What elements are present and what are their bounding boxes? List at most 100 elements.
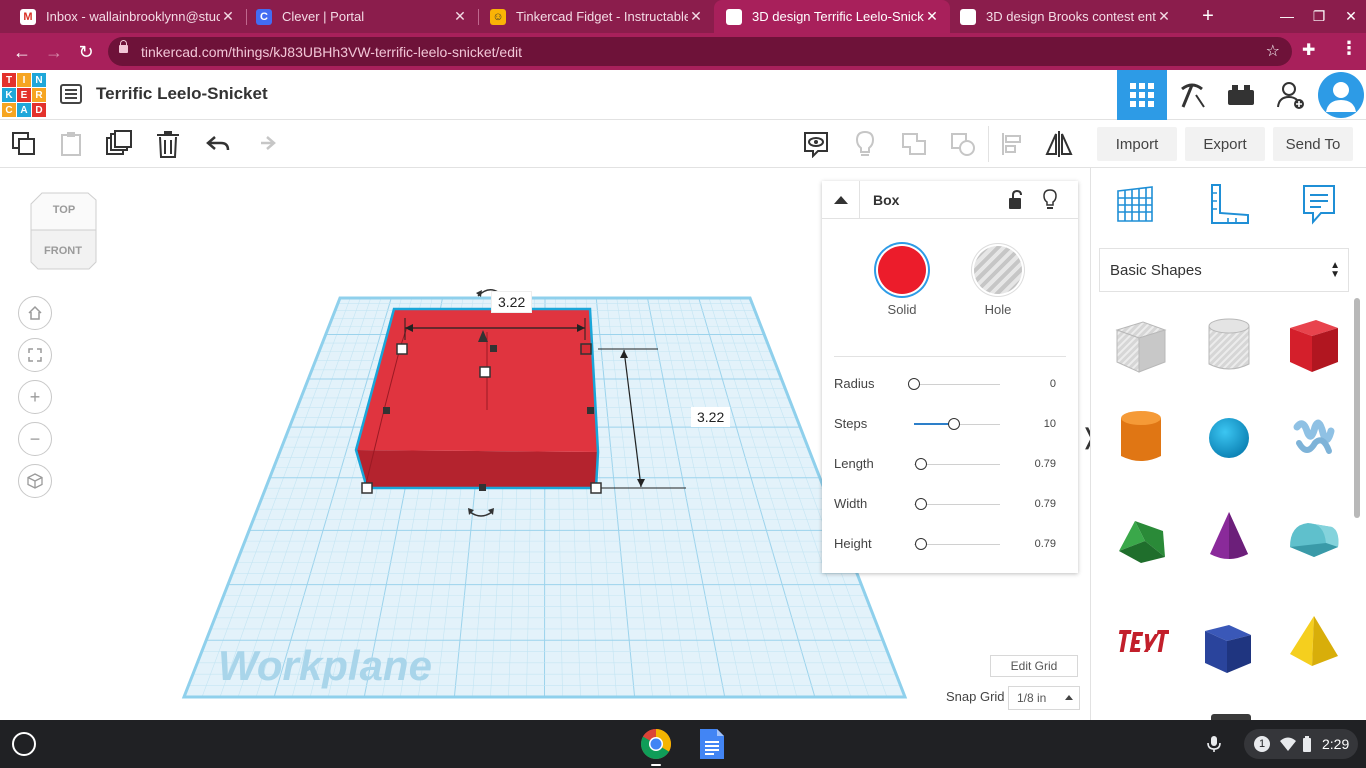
redo-icon[interactable]: [248, 128, 280, 160]
tab-instructables[interactable]: ☺ Tinkercad Fidget - Instructables ✕: [470, 0, 714, 33]
edit-grid-button[interactable]: Edit Grid: [990, 655, 1078, 677]
restore-window-icon[interactable]: ❐: [1302, 0, 1336, 33]
shapes-scrollbar[interactable]: [1354, 298, 1360, 518]
collapse-inspector-icon[interactable]: [822, 181, 860, 219]
zoom-in-icon[interactable]: +: [18, 380, 52, 414]
launcher-icon[interactable]: [12, 732, 36, 756]
close-window-icon[interactable]: ✕: [1334, 0, 1366, 33]
lightbulb-icon[interactable]: [849, 128, 881, 160]
hole-swatch[interactable]: [974, 246, 1022, 294]
snap-grid-select[interactable]: 1/8 in: [1008, 686, 1080, 710]
3d-design-view-icon[interactable]: [1117, 70, 1167, 120]
solid-color-swatch[interactable]: [878, 246, 926, 294]
align-icon[interactable]: [996, 128, 1028, 160]
property-value[interactable]: 0.79: [1035, 538, 1056, 550]
ungroup-icon[interactable]: [947, 128, 979, 160]
microphone-icon[interactable]: [1206, 735, 1222, 753]
property-slider-radius[interactable]: [908, 378, 1000, 390]
edge-handle[interactable]: [479, 484, 486, 491]
box-hole-icon[interactable]: [1111, 316, 1171, 376]
ruler-icon[interactable]: [1207, 182, 1251, 226]
width-dimension-label[interactable]: 3.22: [492, 292, 532, 312]
pyramid-icon[interactable]: [1284, 612, 1344, 672]
perspective-toggle-icon[interactable]: [18, 464, 52, 498]
view-cube-front-label[interactable]: FRONT: [30, 245, 96, 257]
close-tab-icon[interactable]: ✕: [1156, 8, 1172, 25]
copy-icon[interactable]: [8, 128, 40, 160]
property-slider-height[interactable]: [914, 538, 1000, 550]
back-arrow-icon[interactable]: ←: [9, 39, 35, 65]
add-user-icon[interactable]: [1266, 70, 1316, 120]
property-slider-steps[interactable]: [914, 418, 1000, 430]
status-area[interactable]: 1 2:29: [1244, 729, 1358, 759]
zoom-out-icon[interactable]: −: [18, 422, 52, 456]
lego-brick-icon[interactable]: [1216, 70, 1266, 120]
delete-trash-icon[interactable]: [152, 128, 184, 160]
workplane-grid-icon[interactable]: [1113, 182, 1157, 226]
tab-clever-portal[interactable]: C Clever | Portal ✕: [236, 0, 478, 33]
roof-icon[interactable]: [1111, 508, 1171, 568]
corner-handle[interactable]: [396, 343, 408, 355]
reload-icon[interactable]: ↻: [73, 39, 99, 65]
extensions-puzzle-icon[interactable]: ✚: [1302, 40, 1315, 60]
property-value[interactable]: 0.79: [1035, 498, 1056, 510]
slider-knob[interactable]: [947, 418, 960, 430]
sphere-icon[interactable]: [1199, 408, 1259, 468]
close-tab-icon[interactable]: ✕: [452, 8, 468, 25]
home-view-icon[interactable]: [18, 296, 52, 330]
box-icon[interactable]: [1284, 316, 1344, 376]
google-docs-app-icon[interactable]: [698, 728, 730, 760]
lock-icon[interactable]: [1008, 189, 1024, 215]
property-value[interactable]: 0.79: [1035, 458, 1056, 470]
user-avatar[interactable]: [1318, 72, 1364, 118]
scribble-icon[interactable]: [1284, 408, 1344, 468]
property-slider-length[interactable]: [914, 458, 1000, 470]
tab-brooks-contest-entry[interactable]: 3D design Brooks contest entry ✕: [950, 0, 1182, 33]
corner-handle[interactable]: [361, 482, 373, 494]
new-tab-button[interactable]: +: [1196, 4, 1220, 28]
edge-handle[interactable]: [383, 407, 390, 414]
close-tab-icon[interactable]: ✕: [924, 8, 940, 25]
import-button[interactable]: Import: [1097, 127, 1177, 161]
edge-handle[interactable]: [587, 407, 594, 414]
group-icon[interactable]: [898, 128, 930, 160]
box-top-face[interactable]: [356, 309, 598, 452]
text-icon[interactable]: [1111, 612, 1171, 672]
slider-knob[interactable]: [908, 378, 920, 390]
round-roof-icon[interactable]: [1284, 508, 1344, 568]
property-value[interactable]: 10: [1044, 418, 1056, 430]
bookmark-star-icon[interactable]: ☆: [1266, 41, 1280, 61]
send-to-button[interactable]: Send To: [1273, 127, 1353, 161]
chrome-app-icon[interactable]: [640, 728, 672, 760]
height-handle[interactable]: [479, 366, 491, 378]
url-text[interactable]: tinkercad.com/things/kJ83UBHh3VW-terrifi…: [141, 44, 522, 60]
tab-terrific-leelo-snicket[interactable]: 3D design Terrific Leelo-Snicket ✕: [714, 0, 950, 33]
export-button[interactable]: Export: [1185, 127, 1265, 161]
box-front-face[interactable]: [356, 450, 598, 488]
slider-knob[interactable]: [914, 538, 927, 550]
prism-icon[interactable]: [1199, 618, 1259, 678]
codeblocks-pickaxe-icon[interactable]: [1167, 70, 1217, 120]
close-tab-icon[interactable]: ✕: [688, 8, 704, 25]
fit-view-icon[interactable]: [18, 338, 52, 372]
design-title[interactable]: Terrific Leelo-Snicket: [96, 84, 268, 104]
edge-handle[interactable]: [490, 345, 497, 352]
depth-dimension-label[interactable]: 3.22: [691, 407, 731, 427]
mirror-icon[interactable]: [1043, 128, 1075, 160]
browser-menu-icon[interactable]: ⋮: [1340, 38, 1358, 59]
property-slider-width[interactable]: [914, 498, 1000, 510]
cone-icon[interactable]: [1199, 508, 1259, 568]
minimize-window-icon[interactable]: —: [1270, 0, 1304, 33]
duplicate-icon[interactable]: [103, 128, 135, 160]
cylinder-icon[interactable]: [1111, 408, 1171, 468]
tinkercad-logo[interactable]: T I N K E R C A D: [2, 73, 46, 117]
slider-knob[interactable]: [914, 458, 927, 470]
address-bar[interactable]: tinkercad.com/things/kJ83UBHh3VW-terrifi…: [108, 37, 1292, 66]
design-list-icon[interactable]: [60, 84, 82, 104]
close-tab-icon[interactable]: ✕: [220, 8, 236, 25]
shape-category-select[interactable]: Basic Shapes ▲ ▼: [1099, 248, 1349, 292]
lightbulb-icon[interactable]: [1042, 189, 1058, 216]
cylinder-hole-icon[interactable]: [1199, 316, 1259, 376]
show-hide-notes-icon[interactable]: [800, 128, 832, 160]
corner-handle[interactable]: [580, 343, 592, 355]
